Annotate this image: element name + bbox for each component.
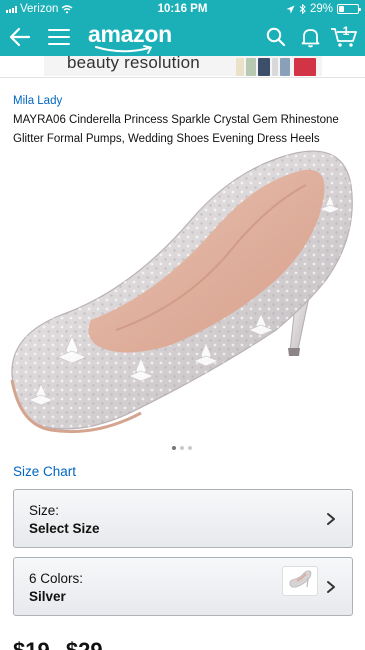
battery-icon bbox=[337, 4, 361, 14]
banner-product-image bbox=[258, 58, 270, 76]
nav-bar: amazon 1 bbox=[0, 18, 365, 56]
shoe-thumbnail-icon bbox=[289, 570, 312, 588]
cart-button[interactable]: 1 bbox=[329, 23, 359, 51]
status-bar: Verizon 10:16 PM 29% bbox=[0, 0, 365, 18]
image-pager[interactable] bbox=[172, 446, 192, 450]
back-arrow-icon bbox=[9, 27, 31, 47]
back-button[interactable] bbox=[6, 23, 34, 51]
header-divider bbox=[0, 77, 365, 78]
color-value: Silver bbox=[29, 589, 66, 604]
battery-percent: 29% bbox=[309, 3, 333, 15]
price-partial: $29 bbox=[66, 638, 103, 650]
banner-product-image bbox=[246, 58, 256, 76]
app-header: Verizon 10:16 PM 29% amazon 1 bbox=[0, 0, 365, 56]
banner-product-image bbox=[280, 58, 290, 76]
pager-dot[interactable] bbox=[172, 446, 176, 450]
size-label: Size: bbox=[29, 503, 60, 518]
color-swatch-thumbnail bbox=[282, 566, 318, 596]
product-title: MAYRA06 Cinderella Princess Sparkle Crys… bbox=[13, 114, 339, 145]
size-selector[interactable]: Size: Select Size bbox=[13, 489, 353, 548]
banner-text: beauty resolution bbox=[67, 56, 200, 72]
search-icon bbox=[266, 27, 286, 47]
smile-arrow-icon bbox=[95, 45, 152, 54]
pager-dot[interactable] bbox=[188, 446, 192, 450]
banner-product-image bbox=[236, 58, 244, 76]
menu-button[interactable] bbox=[46, 23, 72, 51]
logo-text: amazon bbox=[88, 21, 172, 47]
ad-banner[interactable]: beauty resolution bbox=[44, 56, 322, 76]
chevron-right-icon bbox=[327, 513, 335, 525]
size-chart-link[interactable]: Size Chart bbox=[13, 464, 76, 479]
pager-dot[interactable] bbox=[180, 446, 184, 450]
status-right: 29% bbox=[286, 3, 361, 15]
notifications-button[interactable] bbox=[297, 23, 323, 51]
price-row: $19 $29 bbox=[13, 638, 113, 650]
hamburger-menu-icon bbox=[48, 29, 70, 45]
cart-count: 1 bbox=[342, 24, 350, 38]
location-icon bbox=[286, 5, 295, 13]
bluetooth-icon bbox=[299, 4, 306, 14]
amazon-logo[interactable]: amazon bbox=[88, 21, 172, 55]
brand-link[interactable]: Mila Lady bbox=[13, 95, 62, 107]
price-partial: $19 bbox=[13, 638, 50, 650]
search-button[interactable] bbox=[263, 23, 289, 51]
banner-product-image bbox=[272, 58, 278, 76]
chevron-right-icon bbox=[327, 581, 335, 593]
banner-product-image bbox=[294, 58, 316, 76]
bell-icon bbox=[301, 28, 319, 47]
product-image[interactable] bbox=[6, 145, 358, 440]
color-label: 6 Colors: bbox=[29, 571, 84, 586]
size-value: Select Size bbox=[29, 521, 100, 536]
color-selector[interactable]: 6 Colors: Silver bbox=[13, 557, 353, 616]
